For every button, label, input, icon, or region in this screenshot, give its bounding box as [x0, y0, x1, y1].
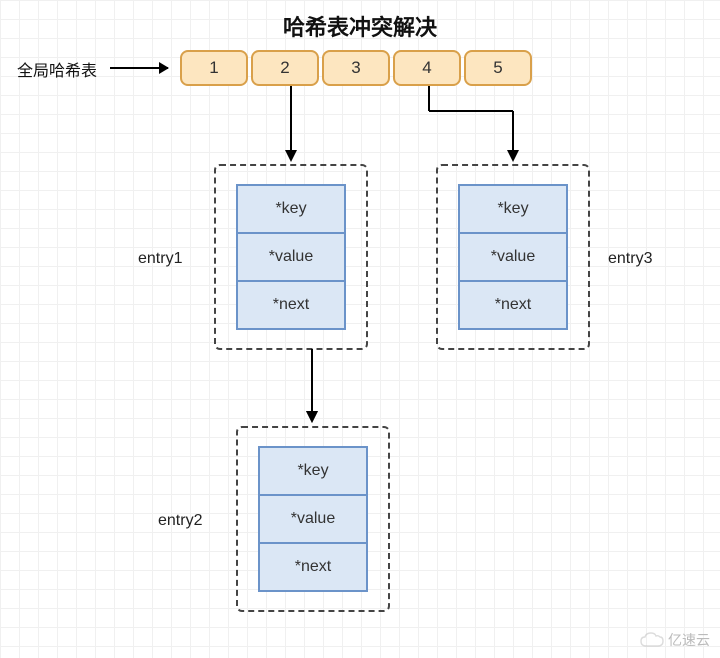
entry1-label: entry1	[138, 250, 182, 268]
entry2-label: entry2	[158, 512, 202, 530]
entry3-value: *value	[458, 232, 568, 282]
entry1-box: *key *value *next	[214, 164, 368, 350]
entry3-next: *next	[458, 280, 568, 330]
arrow-bucket2-entry1	[284, 86, 298, 166]
bucket-1: 1	[180, 50, 248, 86]
entry1-next: *next	[236, 280, 346, 330]
entry3-box: *key *value *next	[436, 164, 590, 350]
bucket-2: 2	[251, 50, 319, 86]
cloud-icon	[640, 632, 664, 648]
arrow-entry1-entry2	[305, 349, 319, 427]
diagram-title: 哈希表冲突解决	[0, 10, 720, 42]
entry3-label: entry3	[608, 250, 652, 268]
entry2-key: *key	[258, 446, 368, 496]
entry3-key: *key	[458, 184, 568, 234]
arrow-label-to-buckets	[110, 67, 168, 69]
watermark: 亿速云	[640, 630, 710, 650]
entry1-value: *value	[236, 232, 346, 282]
entry1-key: *key	[236, 184, 346, 234]
global-hash-label: 全局哈希表	[17, 57, 97, 81]
entry2-value: *value	[258, 494, 368, 544]
arrow-bucket4-entry3	[426, 86, 536, 166]
entry2-box: *key *value *next	[236, 426, 390, 612]
watermark-text: 亿速云	[668, 630, 710, 650]
bucket-4: 4	[393, 50, 461, 86]
entry2-next: *next	[258, 542, 368, 592]
bucket-row: 1 2 3 4 5	[180, 50, 532, 86]
bucket-5: 5	[464, 50, 532, 86]
bucket-3: 3	[322, 50, 390, 86]
